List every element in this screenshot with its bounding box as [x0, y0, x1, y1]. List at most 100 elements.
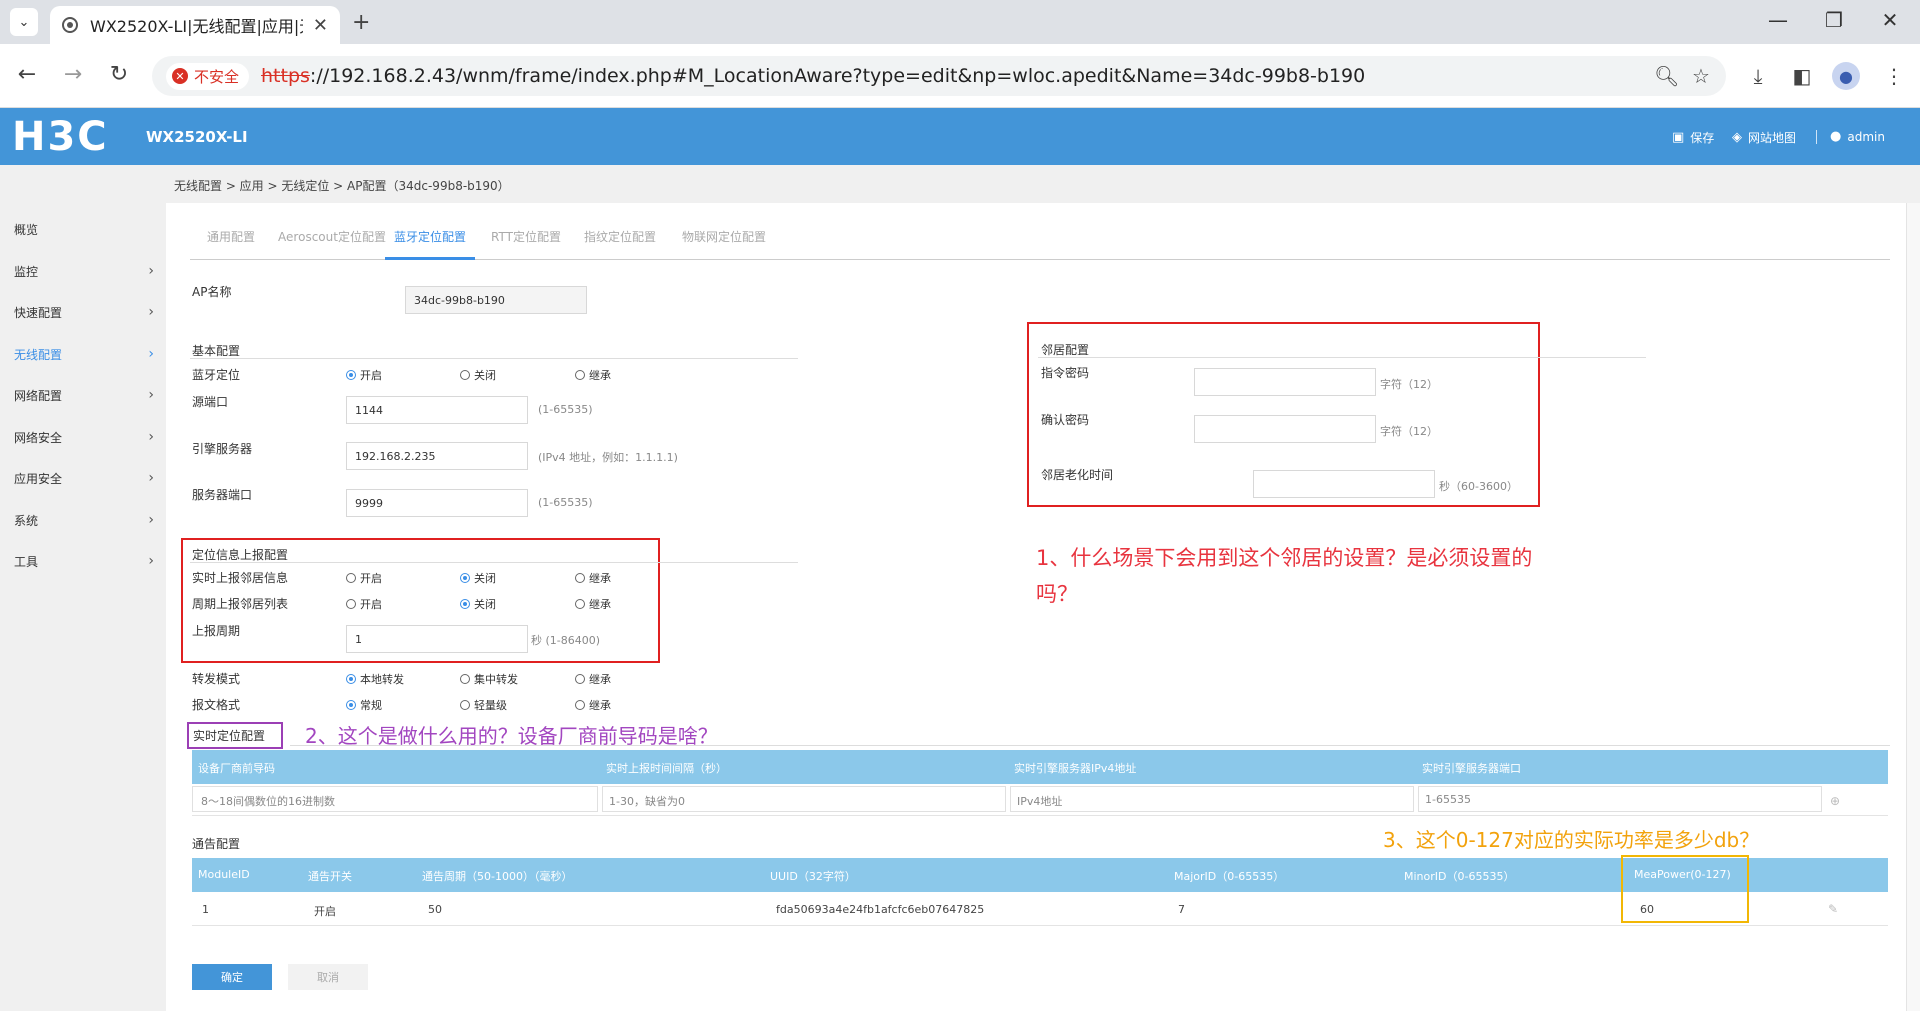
- ap-name-label: AP名称: [192, 285, 232, 299]
- window-close-icon[interactable]: ✕: [1870, 8, 1910, 32]
- side-panel-icon[interactable]: ◧: [1788, 64, 1816, 88]
- period-report-off-radio[interactable]: 关闭: [460, 596, 496, 612]
- chevron-right-icon: ›: [148, 553, 154, 569]
- tab-search-icon[interactable]: ⌄: [10, 8, 38, 36]
- chevron-right-icon: ›: [148, 304, 154, 320]
- new-tab-icon[interactable]: +: [352, 10, 370, 35]
- radio-dot: [460, 599, 470, 609]
- tab-aeroscout[interactable]: Aeroscout定位配置: [276, 222, 388, 260]
- col-rt-engine-ip: 实时引擎服务器IPv4地址: [1014, 762, 1137, 775]
- reload-icon[interactable]: ↻: [104, 62, 134, 87]
- sidebar-item-wireless-config[interactable]: 无线配置 ›: [0, 334, 166, 374]
- bt-location-inherit-radio[interactable]: 继承: [575, 367, 611, 383]
- sitemap-link[interactable]: ◈ 网站地图: [1732, 129, 1796, 146]
- tab-rtt[interactable]: RTT定位配置: [485, 222, 567, 260]
- src-port-input[interactable]: 1144: [346, 396, 528, 424]
- sidebar-item-system[interactable]: 系统 ›: [0, 500, 166, 540]
- chevron-right-icon: ›: [148, 512, 154, 528]
- vendor-prefix-input[interactable]: 8～18间偶数位的16进制数: [192, 786, 598, 812]
- add-row-icon[interactable]: ⊕: [1830, 794, 1840, 808]
- forward-local-radio[interactable]: 本地转发: [346, 671, 404, 687]
- server-port-hint: (1-65535): [538, 496, 593, 509]
- cmd-password-input[interactable]: [1194, 368, 1376, 396]
- cancel-button[interactable]: 取消: [288, 964, 368, 990]
- beacon-config-title: 通告配置: [192, 837, 241, 851]
- bookmark-star-icon[interactable]: ☆: [1692, 64, 1710, 88]
- profile-avatar-icon[interactable]: ●: [1832, 62, 1860, 90]
- sidebar-item-tools[interactable]: 工具 ›: [0, 541, 166, 581]
- table-row: 8～18间偶数位的16进制数 1-30，缺省为0 IPv4地址 1-65535 …: [192, 784, 1888, 816]
- sidebar-item-overview[interactable]: 概览: [0, 209, 166, 249]
- rt-engine-ip-input[interactable]: IPv4地址: [1010, 786, 1414, 812]
- forward-inherit-radio[interactable]: 继承: [575, 671, 611, 687]
- rt-engine-port-input[interactable]: 1-65535: [1418, 786, 1822, 812]
- sidebar-item-network-security[interactable]: 网络安全 ›: [0, 417, 166, 457]
- close-tab-icon[interactable]: ✕: [313, 15, 328, 36]
- back-icon[interactable]: ←: [12, 62, 42, 87]
- minimize-icon[interactable]: —: [1758, 8, 1798, 32]
- period-report-inherit-radio[interactable]: 继承: [575, 596, 611, 612]
- cell-module-id: 1: [202, 903, 209, 916]
- rt-report-inherit-radio[interactable]: 继承: [575, 570, 611, 586]
- security-indicator[interactable]: ✕ 不安全: [166, 62, 250, 90]
- neighbor-aging-hint: 秒（60-3600）: [1439, 480, 1518, 493]
- col-beacon-switch: 通告开关: [308, 870, 352, 883]
- save-icon: ▣: [1672, 130, 1685, 145]
- confirm-password-input[interactable]: [1194, 415, 1376, 443]
- breadcrumb-bar: 无线配置 > 应用 > 无线定位 > AP配置（34dc-99b8-b190）: [0, 165, 1920, 203]
- format-light-radio[interactable]: 轻量级: [460, 697, 507, 713]
- tab-title: WX2520X-LI|无线配置|应用|无: [90, 17, 303, 36]
- zoom-icon[interactable]: 🔍︎: [1654, 64, 1679, 88]
- forward-mode-label: 转发模式: [192, 672, 241, 686]
- bt-location-off-radio[interactable]: 关闭: [460, 367, 496, 383]
- browser-tab[interactable]: WX2520X-LI|无线配置|应用|无 ✕: [50, 6, 340, 44]
- restore-icon[interactable]: ❐: [1814, 8, 1854, 32]
- forward-central-radio[interactable]: 集中转发: [460, 671, 518, 687]
- rt-report-off-radio[interactable]: 关闭: [460, 570, 496, 586]
- sidebar: 概览 监控 › 快速配置 › 无线配置 › 网络配置 › 网络安全 › 应用安全 › 系统 ›…: [0, 203, 166, 1011]
- browser-menu-icon[interactable]: ⋮: [1880, 64, 1908, 88]
- chevron-right-icon: ›: [148, 387, 154, 403]
- period-report-on-radio[interactable]: 开启: [346, 596, 382, 612]
- save-link[interactable]: ▣ 保存: [1672, 129, 1714, 146]
- bt-location-on-radio[interactable]: 开启: [346, 367, 382, 383]
- col-minor-id: MinorID（0-65535）: [1404, 870, 1515, 883]
- src-port-label: 源端口: [192, 395, 229, 409]
- confirm-password-hint: 字符（12）: [1380, 425, 1438, 438]
- rt-report-on-radio[interactable]: 开启: [346, 570, 382, 586]
- device-model: WX2520X-LI: [146, 128, 248, 146]
- user-menu[interactable]: ● admin: [1830, 129, 1885, 144]
- neighbor-aging-input[interactable]: [1253, 470, 1435, 498]
- browser-tabbar: ⌄ WX2520X-LI|无线配置|应用|无 ✕ + — ❐ ✕: [0, 0, 1920, 44]
- tab-fingerprint[interactable]: 指纹定位配置: [575, 222, 665, 260]
- engine-server-input[interactable]: 192.168.2.235: [346, 442, 528, 470]
- ap-name-field: 34dc-99b8-b190: [405, 286, 587, 314]
- divider: [190, 562, 798, 563]
- format-inherit-radio[interactable]: 继承: [575, 697, 611, 713]
- report-period-input[interactable]: 1: [346, 625, 528, 653]
- page-scrollbar[interactable]: [1906, 203, 1920, 1011]
- tab-general[interactable]: 通用配置: [190, 222, 272, 260]
- rt-interval-input[interactable]: 1-30，缺省为0: [602, 786, 1006, 812]
- cell-uuid: fda50693a4e24fb1afcfc6eb07647825: [776, 903, 985, 916]
- radio-dot: [346, 573, 356, 583]
- tab-bluetooth[interactable]: 蓝牙定位配置: [385, 222, 475, 260]
- download-icon[interactable]: ⤓: [1744, 64, 1772, 88]
- edit-icon[interactable]: ✎: [1828, 902, 1838, 916]
- address-bar[interactable]: ✕ 不安全 https ://192.168.2.43/wnm/frame/in…: [152, 56, 1726, 96]
- sidebar-item-quick-config[interactable]: 快速配置 ›: [0, 292, 166, 332]
- tab-iot[interactable]: 物联网定位配置: [672, 222, 776, 260]
- ok-button[interactable]: 确定: [192, 964, 272, 990]
- annotation-box-meapower: [1621, 855, 1749, 923]
- sidebar-item-monitor[interactable]: 监控 ›: [0, 251, 166, 291]
- col-major-id: MajorID（0-65535）: [1174, 870, 1285, 883]
- period-report-label: 周期上报邻居列表: [192, 597, 289, 611]
- sidebar-item-network-config[interactable]: 网络配置 ›: [0, 375, 166, 415]
- forward-icon[interactable]: →: [58, 62, 88, 87]
- radio-dot: [460, 674, 470, 684]
- server-port-input[interactable]: 9999: [346, 489, 528, 517]
- format-normal-radio[interactable]: 常规: [346, 697, 382, 713]
- bt-location-label: 蓝牙定位: [192, 368, 241, 382]
- col-vendor-prefix: 设备厂商前导码: [198, 762, 275, 775]
- sidebar-item-app-security[interactable]: 应用安全 ›: [0, 458, 166, 498]
